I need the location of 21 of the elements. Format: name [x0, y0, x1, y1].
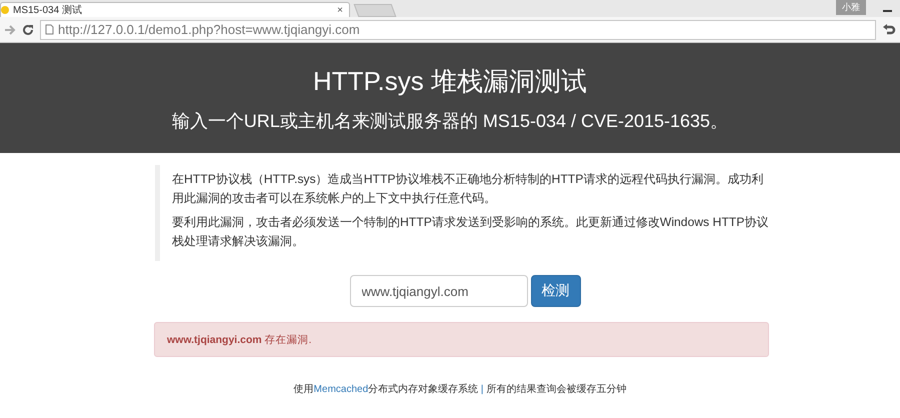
check-button[interactable]: 检测 — [530, 275, 580, 307]
description-paragraph: 在HTTP协议栈（HTTP.sys）造成当HTTP协议堆栈不正确地分析特制的HTTP请求的远程代码执行漏洞。成功利用此漏洞的攻击者可以在系统帐户的上下文中执行任意代码。 — [172, 171, 764, 207]
close-icon[interactable]: × — [337, 4, 343, 16]
page-subtitle: 输入一个URL或主机名来测试服务器的 MS15-034 / CVE-2015-1635。 — [172, 110, 728, 132]
undo-icon[interactable] — [882, 24, 896, 36]
footer-divider: | — [480, 384, 484, 395]
browser-tab[interactable]: MS15-034 测试 × — [0, 2, 350, 17]
footer-note: 所有的结果查询会被缓存五分钟 — [486, 384, 626, 395]
user-badge[interactable]: 小雅 — [836, 0, 866, 15]
page-icon — [1, 6, 9, 14]
footer-text: 使用Memcached分布式内存对象缓存系统 — [294, 384, 478, 395]
forward-icon[interactable] — [4, 24, 16, 34]
description-paragraph: 要利用此漏洞，攻击者必须发送一个特制的HTTP请求发送到受影响的系统。此更新通过修改Windows HTTP协议栈处理请求解决该漏洞。 — [172, 214, 770, 250]
memcached-link[interactable]: Memcached — [314, 384, 368, 395]
alert-message: www.tjqiangyi.com 存在漏洞. — [167, 332, 312, 346]
new-tab-button[interactable] — [354, 4, 396, 17]
reload-icon[interactable] — [22, 24, 34, 36]
page-icon — [45, 24, 54, 35]
host-input[interactable]: www.tjqiangyl.com — [350, 275, 528, 307]
page-title: HTTP.sys 堆栈漏洞测试 — [313, 64, 587, 98]
tab-title: MS15-034 测试 — [13, 4, 83, 17]
